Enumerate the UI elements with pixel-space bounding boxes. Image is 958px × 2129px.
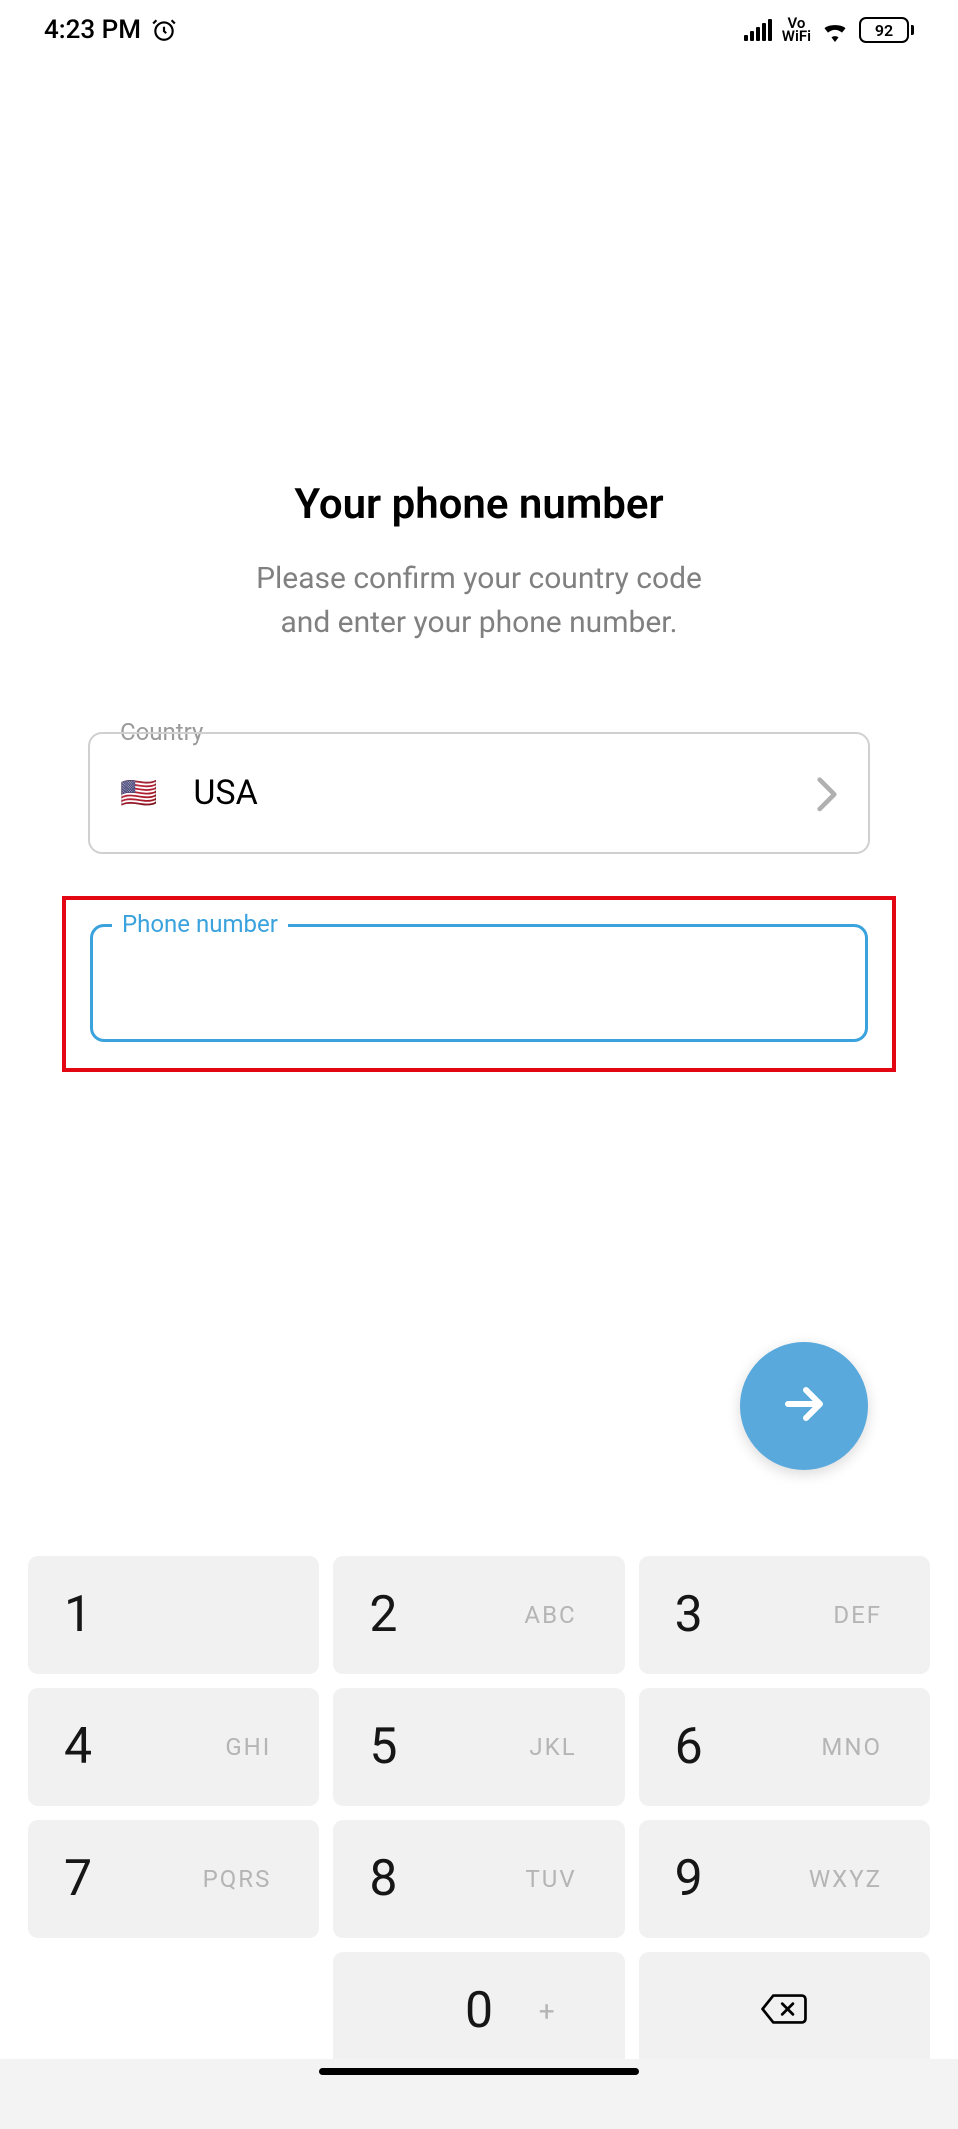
- key-letters: PQRS: [203, 1865, 272, 1893]
- key-backspace[interactable]: [639, 1952, 930, 2070]
- key-1[interactable]: 1: [28, 1556, 319, 1674]
- key-6[interactable]: 6 MNO: [639, 1688, 930, 1806]
- phone-input[interactable]: [119, 964, 839, 1003]
- key-digit: 1: [64, 1586, 92, 1644]
- status-time: 4:23 PM: [44, 15, 141, 45]
- flag-icon: 🇺🇸: [120, 776, 157, 811]
- key-letters: GHI: [225, 1733, 271, 1761]
- key-digit: 2: [369, 1586, 397, 1644]
- key-letters: JKL: [529, 1733, 576, 1761]
- nav-bar: [0, 2068, 958, 2075]
- status-left: 4:23 PM: [44, 15, 177, 45]
- next-button[interactable]: [740, 1342, 868, 1470]
- country-selector[interactable]: Country 🇺🇸 USA: [88, 732, 870, 854]
- key-digit: 8: [369, 1850, 397, 1908]
- page-title: Your phone number: [0, 480, 958, 529]
- key-3[interactable]: 3 DEF: [639, 1556, 930, 1674]
- vowifi-icon: Vo WiFi: [782, 17, 811, 43]
- key-8[interactable]: 8 TUV: [333, 1820, 624, 1938]
- alarm-icon: [151, 17, 177, 43]
- key-digit: 7: [64, 1850, 92, 1908]
- subtitle-line-2: and enter your phone number.: [280, 605, 677, 640]
- vowifi-bottom: WiFi: [782, 30, 811, 43]
- phone-highlight: Phone number: [62, 896, 896, 1072]
- key-letters: ABC: [524, 1601, 576, 1629]
- wifi-icon: [821, 19, 849, 41]
- key-digit: 4: [64, 1718, 92, 1776]
- status-right: Vo WiFi 92: [744, 17, 914, 43]
- key-letters: MNO: [821, 1733, 882, 1761]
- key-9[interactable]: 9 WXYZ: [639, 1820, 930, 1938]
- status-bar: 4:23 PM Vo WiFi 92: [0, 0, 958, 60]
- country-name: USA: [193, 773, 816, 813]
- battery-level: 92: [859, 17, 909, 43]
- key-5[interactable]: 5 JKL: [333, 1688, 624, 1806]
- page-subtitle: Please confirm your country code and ent…: [0, 557, 958, 644]
- phone-label: Phone number: [112, 910, 288, 938]
- key-letters: WXYZ: [809, 1865, 882, 1893]
- key-digit: 5: [369, 1718, 397, 1776]
- home-indicator[interactable]: [319, 2068, 639, 2075]
- phone-field-wrap[interactable]: Phone number: [90, 924, 868, 1042]
- title-block: Your phone number Please confirm your co…: [0, 480, 958, 644]
- key-7[interactable]: 7 PQRS: [28, 1820, 319, 1938]
- key-digit: 3: [675, 1586, 703, 1644]
- key-digit: 6: [675, 1718, 703, 1776]
- battery-icon: 92: [859, 17, 914, 43]
- key-0[interactable]: 0 +: [333, 1952, 624, 2070]
- key-digit: 0: [465, 1982, 493, 2040]
- subtitle-line-1: Please confirm your country code: [256, 561, 702, 596]
- key-letters: DEF: [833, 1601, 882, 1629]
- key-digit: 9: [675, 1850, 703, 1908]
- key-letters: TUV: [525, 1865, 576, 1893]
- signal-icon: [744, 19, 772, 41]
- key-4[interactable]: 4 GHI: [28, 1688, 319, 1806]
- keypad: 1 2 ABC 3 DEF 4 GHI 5 JKL 6 MNO 7 PQRS 8…: [0, 1556, 958, 2070]
- chevron-right-icon: [816, 776, 838, 810]
- key-letters: +: [539, 1995, 555, 2028]
- arrow-right-icon: [780, 1380, 828, 1432]
- backspace-icon: [758, 1992, 810, 2030]
- key-2[interactable]: 2 ABC: [333, 1556, 624, 1674]
